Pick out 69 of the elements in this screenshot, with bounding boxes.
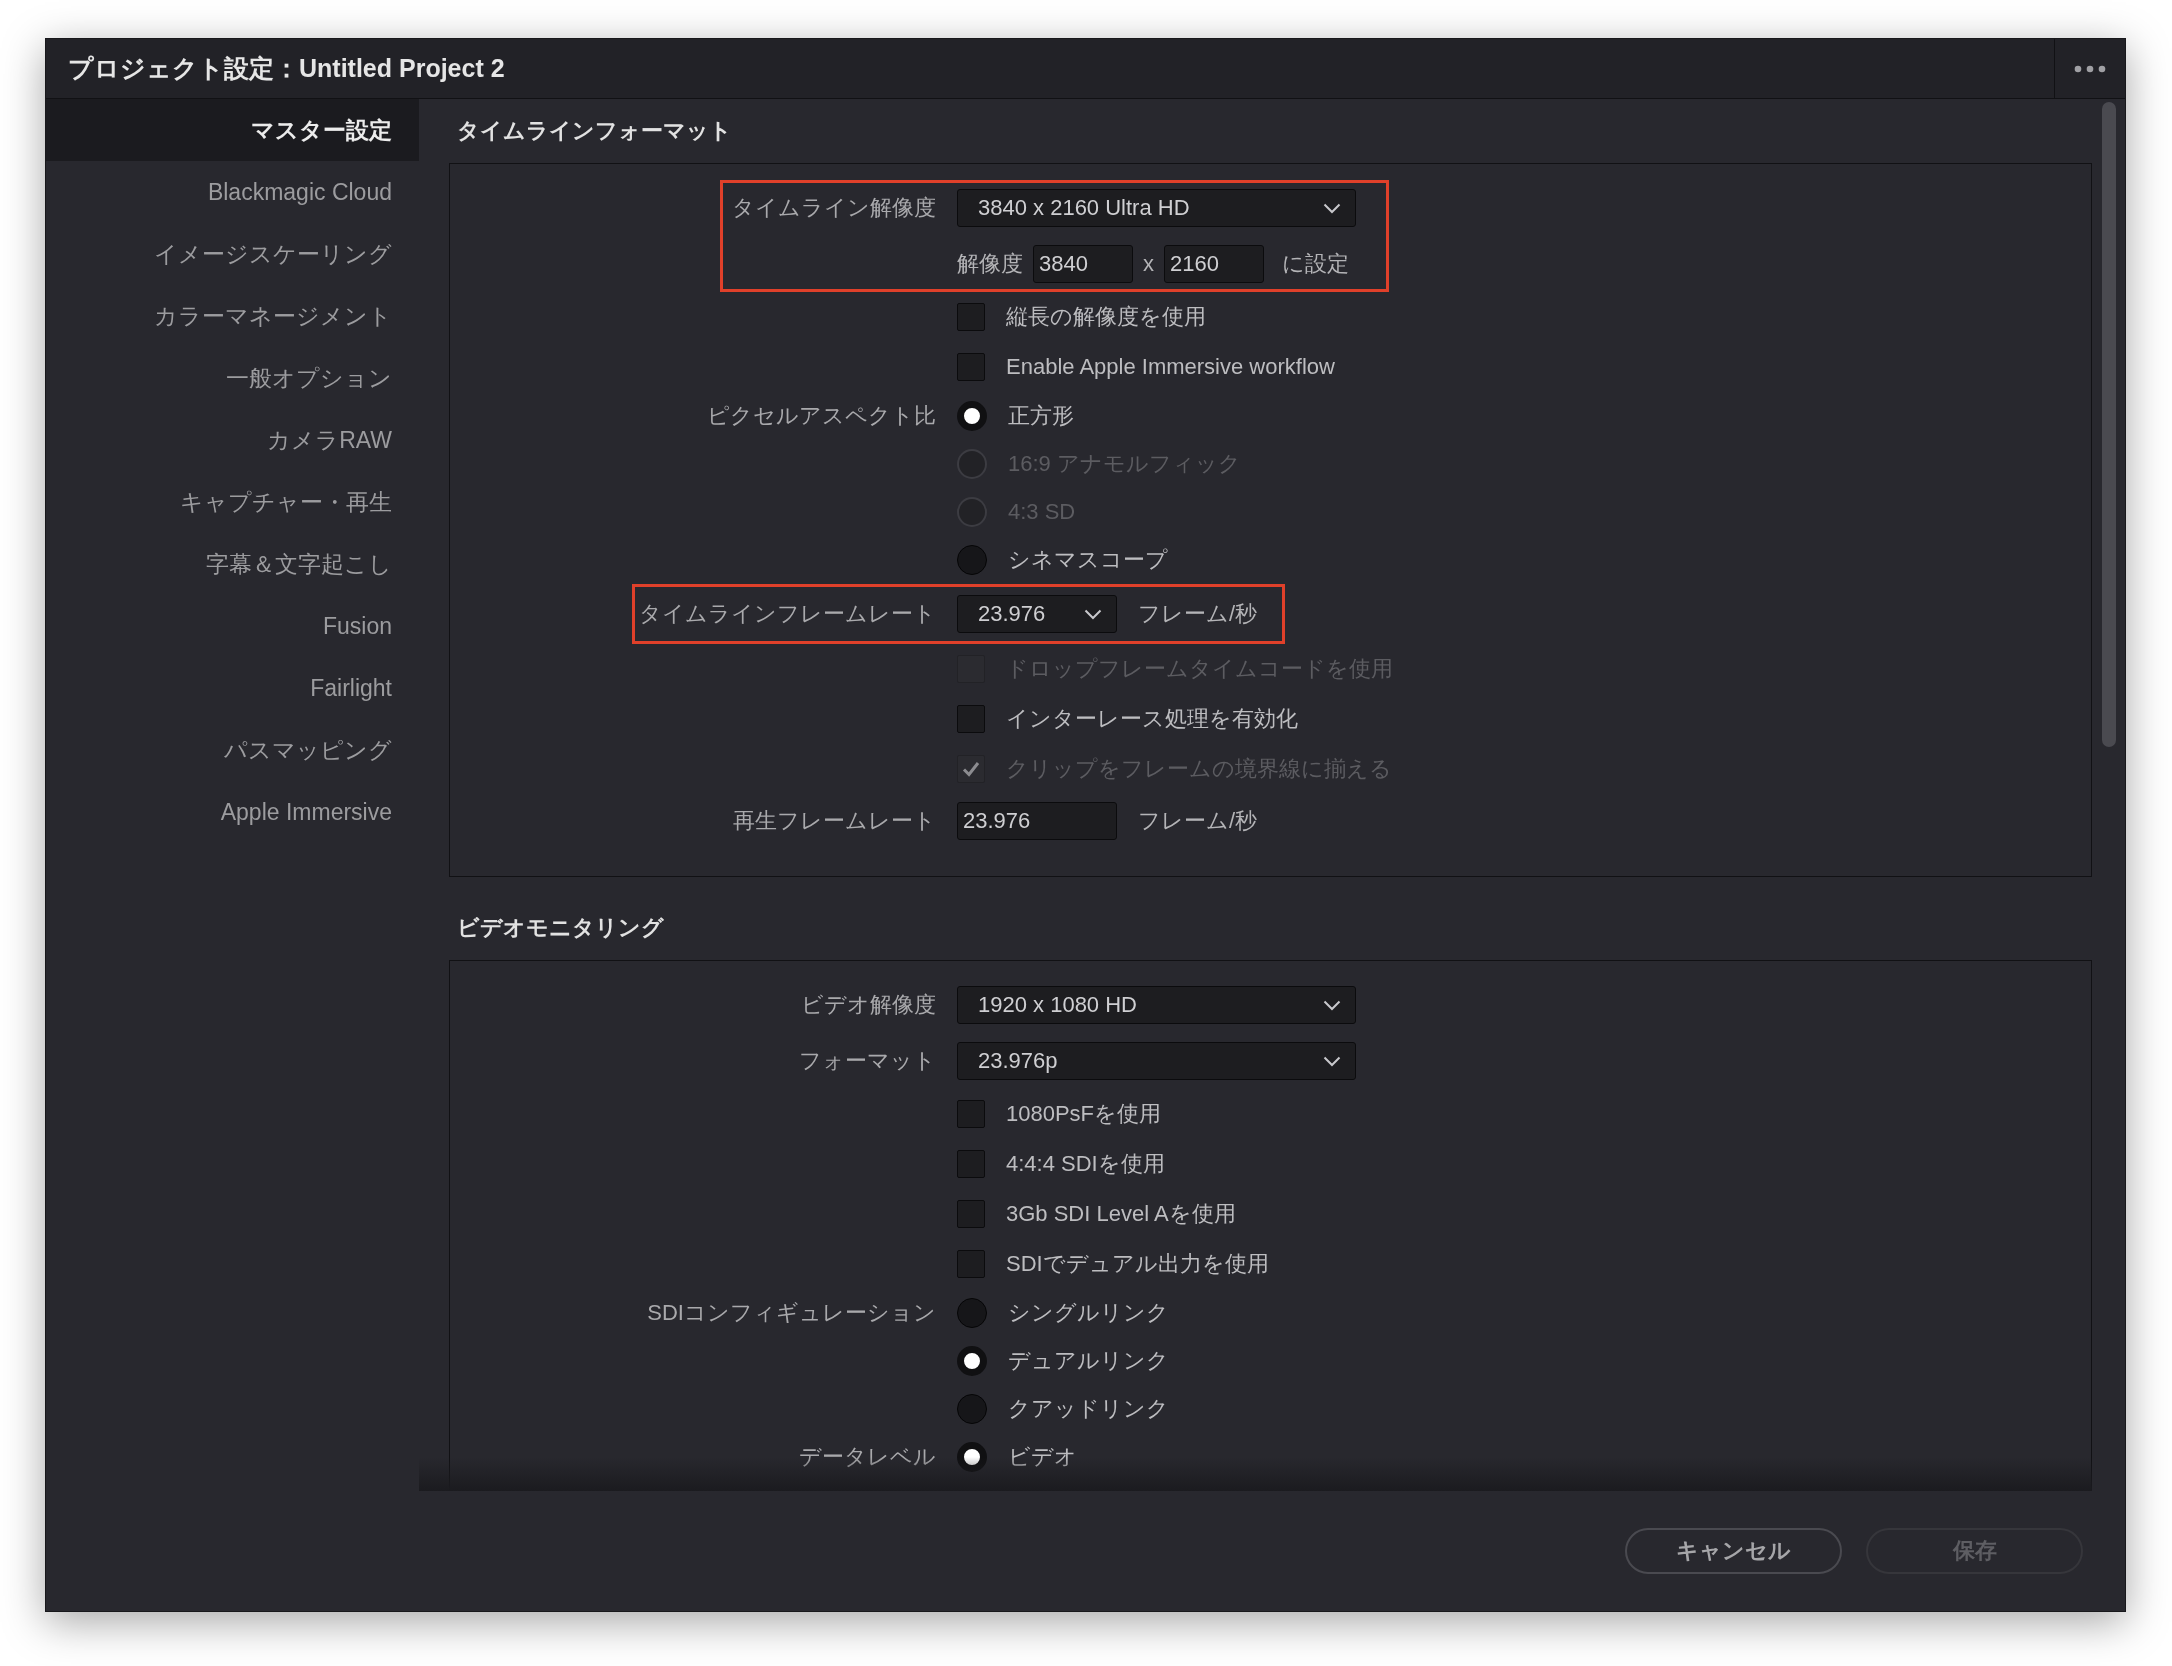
cancel-button[interactable]: キャンセル [1625,1528,1842,1574]
dropdown[interactable]: 23.976p [957,1042,1356,1080]
dropdown[interactable]: 1920 x 1080 HD [957,986,1356,1024]
dropdown[interactable]: 23.976 [957,595,1117,633]
field-label: 再生フレームレート [733,807,936,835]
checkbox[interactable] [957,353,985,381]
separator-label: x [1143,251,1154,277]
radio-label: クアッドリンク [1008,1395,1169,1423]
sidebar-item[interactable]: マスター設定 [46,99,419,161]
sidebar-item[interactable]: Fusion [46,595,419,657]
checkbox[interactable] [957,1100,985,1128]
chevron-down-icon [1323,202,1341,214]
chevron-down-icon [1323,999,1341,1011]
suffix-label: に設定 [1282,250,1349,278]
checkbox[interactable] [957,303,985,331]
sidebar-item[interactable]: カラーマネージメント [46,285,419,347]
radio-label: シネマスコープ [1008,546,1168,574]
field-label: フォーマット [799,1047,936,1075]
unit-label: フレーム/秒 [1138,600,1258,628]
radio-label: 正方形 [1008,402,1074,430]
sidebar-item[interactable]: キャプチャー・再生 [46,471,419,533]
unit-label: フレーム/秒 [1138,807,1258,835]
window-title: プロジェクト設定：Untitled Project 2 [67,53,506,84]
checkbox-label: 3Gb SDI Level Aを使用 [1006,1200,1236,1228]
section-title: タイムラインフォーマット [457,117,732,145]
field-label: SDIコンフィギュレーション [647,1299,936,1327]
sidebar-item[interactable]: イメージスケーリング [46,223,419,285]
field-label: 解像度 [957,250,1023,278]
checkbox[interactable] [957,1200,985,1228]
radio-label: シングルリンク [1008,1299,1169,1327]
chevron-down-icon [1323,1055,1341,1067]
sidebar-item[interactable]: 一般オプション [46,347,419,409]
checkbox[interactable] [957,705,985,733]
field-label: タイムライン解像度 [732,194,936,222]
checkbox-label: 4:4:4 SDIを使用 [1006,1150,1165,1178]
checkbox-label: 縦長の解像度を使用 [1006,303,1206,331]
radio-button[interactable] [957,401,987,431]
radio-label: ビデオ [1008,1443,1077,1471]
sidebar-item[interactable]: カメラRAW [46,409,419,471]
radio-button[interactable] [957,1442,987,1472]
field-label: タイムラインフレームレート [639,600,936,628]
field-label: データレベル [799,1443,936,1471]
sidebar-item[interactable]: 字幕＆文字起こし [46,533,419,595]
radio-label: デュアルリンク [1008,1347,1169,1375]
field-label: ビデオ解像度 [801,991,936,1019]
chevron-down-icon [1084,608,1102,620]
checkbox[interactable] [957,1250,985,1278]
sidebar-item[interactable]: Apple Immersive [46,781,419,843]
radio-button[interactable] [957,1394,987,1424]
more-icon [2074,64,2106,73]
section-title: ビデオモニタリング [457,914,664,942]
width-field[interactable]: 3840 [1033,245,1133,283]
height-field[interactable]: 2160 [1164,245,1264,283]
sidebar-item[interactable]: Blackmagic Cloud [46,161,419,223]
checkbox-label: Enable Apple Immersive workflow [1006,354,1335,380]
radio-button[interactable] [957,1346,987,1376]
radio-button[interactable] [957,545,987,575]
checkbox[interactable] [957,1150,985,1178]
scrollbar-thumb[interactable] [2101,102,2116,747]
checkbox-label: SDIでデュアル出力を使用 [1006,1250,1269,1278]
checkmark-icon [962,761,980,777]
sidebar-item[interactable]: パスマッピング [46,719,419,781]
radio-button[interactable] [957,1298,987,1328]
dropdown[interactable]: 3840 x 2160 Ultra HD [957,189,1356,227]
sidebar-item[interactable]: Fairlight [46,657,419,719]
number-field[interactable]: 23.976 [957,802,1117,840]
checkbox-label: インターレース処理を有効化 [1006,705,1298,733]
field-label: ピクセルアスペクト比 [707,402,936,430]
checkbox-label: 1080PsFを使用 [1006,1100,1162,1128]
